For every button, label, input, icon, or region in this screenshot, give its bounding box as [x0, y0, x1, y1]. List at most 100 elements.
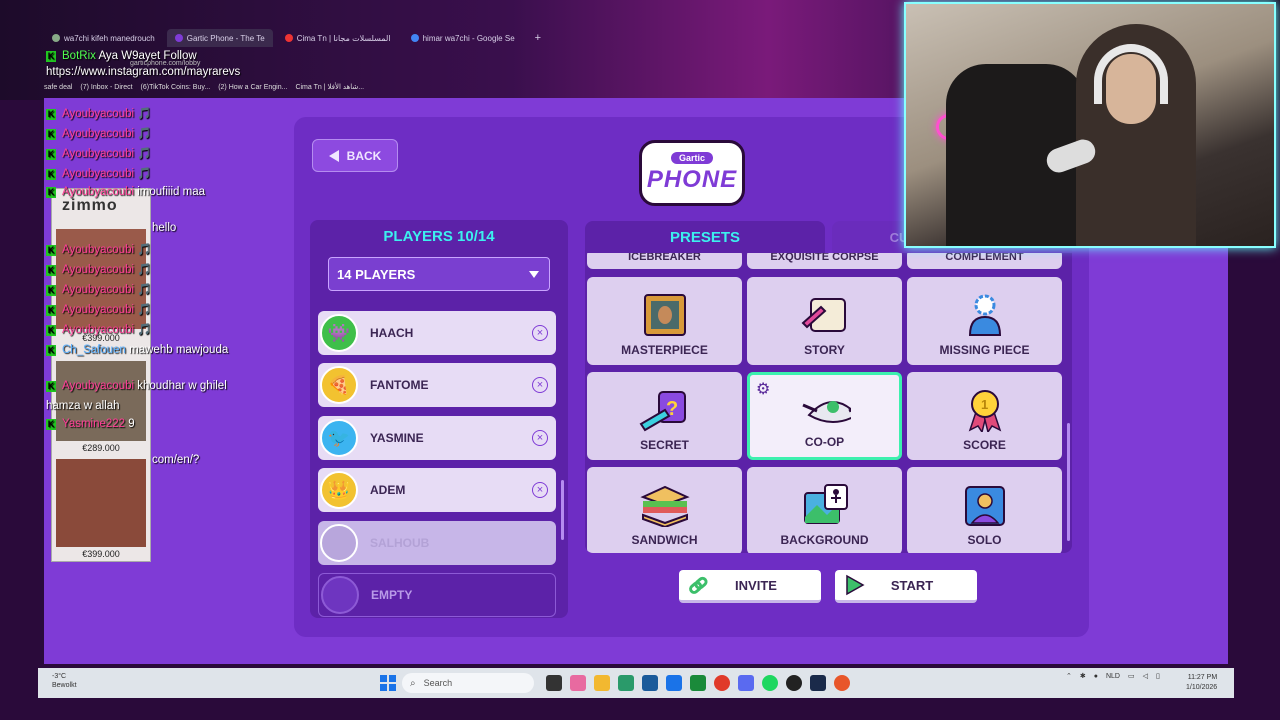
blue-bird-avatar-icon: 🐦	[320, 419, 358, 457]
excel-icon[interactable]	[690, 675, 706, 691]
remove-player-icon[interactable]: ×	[532, 377, 548, 393]
preset-card-complement[interactable]: COMPLEMENT	[907, 253, 1062, 269]
preset-card-icebreaker[interactable]: ICEBREAKER	[587, 253, 742, 269]
player-list[interactable]: 👾 HAACH × 🍕 FANTOME × 🐦 YASMINE × 👑 ADEM…	[310, 297, 568, 618]
chat-message: K BotRix Aya W9ayet Follow	[46, 50, 197, 62]
chat-message: K Ayoubyacoubi 🎵	[46, 108, 152, 120]
steam-icon[interactable]	[810, 675, 826, 691]
preset-card-missing-piece[interactable]: MISSING PIECE	[907, 277, 1062, 365]
windows-taskbar: -3°C Bewolkt ⌕ Search ⌃ ✱ ● NLD ▭ ◁ ▯ 11…	[38, 668, 1234, 698]
preset-card-exquisite-corpse[interactable]: EXQUISITE CORPSE	[747, 253, 902, 269]
chat-message: K Ayoubyacoubi 🎵	[46, 128, 152, 140]
edge-icon[interactable]	[618, 675, 634, 691]
media-player-icon[interactable]	[834, 675, 850, 691]
back-arrow-icon	[328, 149, 339, 162]
presets-scrollbar[interactable]	[1067, 423, 1070, 541]
presets-grid: ICEBREAKER EXQUISITE CORPSE COMPLEMENT M…	[585, 253, 1072, 553]
player-row-empty: EMPTY	[318, 573, 556, 617]
players-count-title: PLAYERS 10/14	[383, 228, 495, 245]
start-button[interactable]: START	[835, 570, 977, 603]
opera-icon[interactable]	[714, 675, 730, 691]
search-icon: ⌕	[410, 677, 416, 689]
remove-player-icon[interactable]: ×	[532, 482, 548, 498]
microphone-icon[interactable]: ●	[1094, 673, 1098, 680]
outlook-icon[interactable]	[666, 675, 682, 691]
copilot-icon[interactable]	[570, 675, 586, 691]
obs-icon[interactable]	[786, 675, 802, 691]
question-pencil-icon: ?	[639, 388, 691, 432]
tab-presets[interactable]: PRESETS	[585, 221, 825, 253]
stream-chat-overlay: K BotRix Aya W9ayet Follow https://www.in…	[46, 30, 296, 470]
max-players-select[interactable]: 14 PLAYERS	[328, 257, 550, 291]
task-view-icon[interactable]	[546, 675, 562, 691]
solo-frame-icon	[959, 483, 1011, 527]
crowned-king-avatar-icon: 👑	[320, 471, 358, 509]
chat-message: K Ayoubyacoubi 🎵	[46, 168, 152, 180]
scroll-quill-icon	[799, 293, 851, 337]
taskbar-apps	[546, 675, 850, 691]
preset-card-score[interactable]: 1 SCORE	[907, 372, 1062, 460]
preset-card-sandwich[interactable]: SANDWICH	[587, 467, 742, 553]
bookmark-item[interactable]: Cima Tn | شاهد الأفلا...	[295, 83, 364, 91]
chat-message: K Ayoubyacoubi 🎵	[46, 244, 152, 256]
browser-tab[interactable]: himar wa7chi - Google Se	[403, 29, 523, 47]
chat-message: K Yasmine222 9	[46, 418, 135, 430]
battery-icon[interactable]: ▯	[1156, 672, 1160, 680]
invite-button[interactable]: INVITE	[679, 570, 821, 603]
chat-message: K Ayoubyacoubi 🎵	[46, 284, 152, 296]
player-row: 👑 ADEM ×	[318, 468, 556, 512]
remove-player-icon[interactable]: ×	[532, 430, 548, 446]
language-indicator[interactable]: NLD	[1106, 673, 1120, 680]
gartic-phone-logo: Gartic PHONE	[639, 140, 745, 206]
chat-message: K Ayoubyacoubi 🎵	[46, 148, 152, 160]
medal-icon: 1	[959, 388, 1011, 432]
taskbar-search[interactable]: ⌕ Search	[402, 673, 534, 693]
faded-avatar-icon	[320, 524, 358, 562]
preset-card-masterpiece[interactable]: MASTERPIECE	[587, 277, 742, 365]
bluetooth-icon[interactable]: ✱	[1080, 672, 1086, 680]
network-icon[interactable]: ▭	[1128, 672, 1135, 680]
player-list-scrollbar[interactable]	[561, 480, 564, 540]
preset-card-solo[interactable]: SOLO	[907, 467, 1062, 553]
chat-message: K Ayoubyacoubi imoufiiid maa	[46, 186, 205, 198]
store-icon[interactable]	[642, 675, 658, 691]
volume-icon[interactable]: ◁	[1143, 672, 1148, 680]
chat-message: K Ch_Safouen mawehb mawjouda	[46, 344, 229, 356]
preset-card-secret[interactable]: ? SECRET	[587, 372, 742, 460]
play-icon	[843, 574, 865, 596]
players-panel: PLAYERS 10/14 14 PLAYERS 👾 HAACH × 🍕 FAN…	[310, 220, 568, 618]
system-tray: ⌃ ✱ ● NLD ▭ ◁ ▯	[1066, 672, 1160, 681]
streamer-webcam	[904, 2, 1276, 248]
empty-slot-avatar-icon	[321, 576, 359, 614]
green-monster-avatar-icon: 👾	[320, 314, 358, 352]
chat-message: hamza w allah	[46, 400, 120, 412]
weather-widget[interactable]: -3°C Bewolkt	[52, 672, 77, 690]
preset-card-co-op[interactable]: ⚙ CO-OP	[747, 372, 902, 460]
chat-message: hello	[152, 222, 177, 234]
taskbar-clock[interactable]: 11:27 PM 1/10/2026	[1186, 673, 1217, 693]
link-icon	[687, 574, 709, 596]
svg-text:1: 1	[981, 397, 988, 412]
chat-message: com/en/?	[152, 454, 200, 466]
player-row-faded: SALHOUB	[318, 521, 556, 565]
player-row: 🐦 YASMINE ×	[318, 416, 556, 460]
file-explorer-icon[interactable]	[594, 675, 610, 691]
back-button[interactable]: BACK	[312, 139, 398, 172]
gear-icon[interactable]: ⚙	[756, 379, 770, 399]
puzzle-person-icon	[959, 293, 1011, 337]
player-row: 🍕 FANTOME ×	[318, 363, 556, 407]
chevron-up-icon[interactable]: ⌃	[1066, 672, 1072, 680]
discord-icon[interactable]	[738, 675, 754, 691]
new-tab-button[interactable]: +	[527, 29, 549, 47]
chat-message: K Ayoubyacoubi 🎵	[46, 324, 152, 336]
remove-player-icon[interactable]: ×	[532, 325, 548, 341]
windows-start-icon[interactable]	[380, 675, 396, 691]
chevron-down-icon	[529, 270, 539, 278]
google-favicon-icon	[410, 34, 419, 42]
chat-message: K Ayoubyacoubi 🎵	[46, 264, 152, 276]
sandwich-icon	[639, 483, 691, 527]
chat-message: K Ayoubyacoubi 🎵	[46, 304, 152, 316]
preset-card-background[interactable]: BACKGROUND	[747, 467, 902, 553]
spotify-icon[interactable]	[762, 675, 778, 691]
preset-card-story[interactable]: STORY	[747, 277, 902, 365]
